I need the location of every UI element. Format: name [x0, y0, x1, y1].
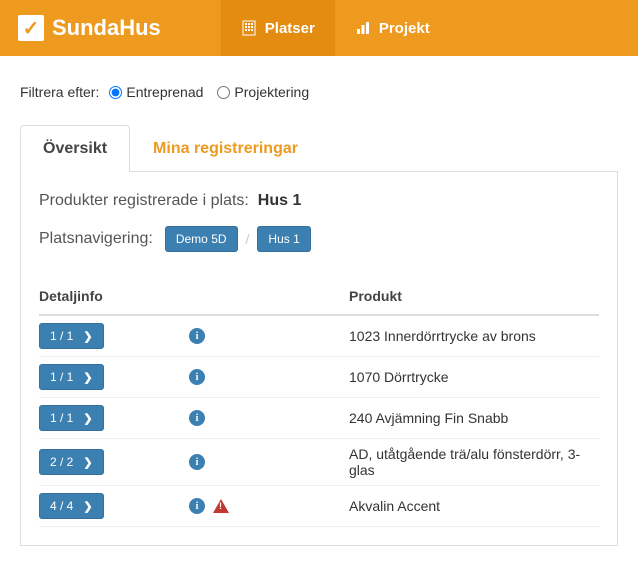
- detail-count: 1 / 1: [50, 411, 73, 425]
- info-icon[interactable]: i: [189, 369, 205, 385]
- warning-icon[interactable]: [213, 499, 229, 513]
- radio-input-entreprenad[interactable]: [109, 86, 122, 99]
- app-name: SundaHus: [52, 15, 161, 41]
- detail-button[interactable]: 1 / 1 ❯: [39, 405, 104, 431]
- detail-button[interactable]: 4 / 4 ❯: [39, 493, 104, 519]
- products-table: Detaljinfo Produkt 1 / 1 ❯ i 1023 Innerdörr…: [39, 278, 599, 527]
- nav-item-projekt[interactable]: Projekt: [335, 0, 450, 56]
- radio-input-projektering[interactable]: [217, 86, 230, 99]
- table-row: 4 / 4 ❯ i Akvalin Accent: [39, 486, 599, 527]
- panel-title-prefix: Produkter registrerade i plats:: [39, 192, 249, 209]
- th-detail: Detaljinfo: [39, 278, 189, 315]
- product-name: 240 Avjämning Fin Snabb: [349, 398, 599, 439]
- detail-count: 1 / 1: [50, 370, 73, 384]
- detail-button[interactable]: 1 / 1 ❯: [39, 323, 104, 349]
- table-row: 1 / 1 ❯ i 1070 Dörrtrycke: [39, 357, 599, 398]
- nav-label-projekt: Projekt: [379, 20, 430, 37]
- detail-count: 2 / 2: [50, 455, 73, 469]
- table-row: 1 / 1 ❯ i 240 Avjämning Fin Snabb: [39, 398, 599, 439]
- breadcrumb-label: Platsnavigering:: [39, 230, 153, 248]
- product-name: Akvalin Accent: [349, 486, 599, 527]
- th-product: Produkt: [349, 278, 599, 315]
- chevron-right-icon: ❯: [83, 500, 92, 513]
- tab-overview[interactable]: Översikt: [20, 125, 130, 172]
- tab-registrations[interactable]: Mina registreringar: [130, 125, 321, 172]
- breadcrumb-separator: /: [246, 231, 250, 247]
- table-row: 2 / 2 ❯ i AD, utåtgående trä/alu fönsterdör…: [39, 439, 599, 486]
- tab-bar: Översikt Mina registreringar: [20, 124, 618, 172]
- main-content: Filtrera efter: Entreprenad Projektering…: [0, 56, 638, 546]
- overview-panel: Produkter registrerade i plats: Hus 1 Pl…: [20, 172, 618, 546]
- sundahus-icon: ✓: [18, 15, 44, 41]
- info-icon[interactable]: i: [189, 328, 205, 344]
- detail-button[interactable]: 2 / 2 ❯: [39, 449, 104, 475]
- detail-button[interactable]: 1 / 1 ❯: [39, 364, 104, 390]
- radio-projektering[interactable]: Projektering: [217, 84, 309, 100]
- app-logo: ✓ SundaHus: [18, 15, 161, 41]
- product-name: 1023 Innerdörrtrycke av brons: [349, 315, 599, 357]
- info-icon[interactable]: i: [189, 410, 205, 426]
- panel-place-name: Hus 1: [258, 192, 302, 209]
- radio-entreprenad[interactable]: Entreprenad: [109, 84, 203, 100]
- filter-radio-group: Entreprenad Projektering: [109, 84, 309, 100]
- main-nav: Platser Projekt: [221, 0, 450, 56]
- chevron-right-icon: ❯: [83, 330, 92, 343]
- breadcrumb-item[interactable]: Hus 1: [257, 226, 310, 252]
- filter-row: Filtrera efter: Entreprenad Projektering: [20, 84, 618, 100]
- chevron-right-icon: ❯: [83, 456, 92, 469]
- table-row: 1 / 1 ❯ i 1023 Innerdörrtrycke av brons: [39, 315, 599, 357]
- th-info-spacer: [189, 278, 349, 315]
- chevron-right-icon: ❯: [83, 412, 92, 425]
- breadcrumb-item[interactable]: Demo 5D: [165, 226, 238, 252]
- detail-count: 1 / 1: [50, 329, 73, 343]
- info-icon[interactable]: i: [189, 498, 205, 514]
- nav-label-platser: Platser: [265, 20, 315, 37]
- app-header: ✓ SundaHus Platser Projekt: [0, 0, 638, 56]
- filter-label: Filtrera efter:: [20, 84, 99, 100]
- nav-item-platser[interactable]: Platser: [221, 0, 335, 56]
- product-name: 1070 Dörrtrycke: [349, 357, 599, 398]
- info-icon[interactable]: i: [189, 454, 205, 470]
- breadcrumb-row: Platsnavigering: Demo 5D / Hus 1: [39, 226, 599, 252]
- product-name: AD, utåtgående trä/alu fönsterdörr, 3-gl…: [349, 439, 599, 486]
- detail-count: 4 / 4: [50, 499, 73, 513]
- breadcrumb: Demo 5D / Hus 1: [165, 226, 311, 252]
- panel-title: Produkter registrerade i plats: Hus 1: [39, 192, 599, 210]
- building-icon: [241, 20, 257, 36]
- chart-icon: [355, 20, 371, 36]
- radio-label-projektering: Projektering: [234, 84, 309, 100]
- chevron-right-icon: ❯: [83, 371, 92, 384]
- radio-label-entreprenad: Entreprenad: [126, 84, 203, 100]
